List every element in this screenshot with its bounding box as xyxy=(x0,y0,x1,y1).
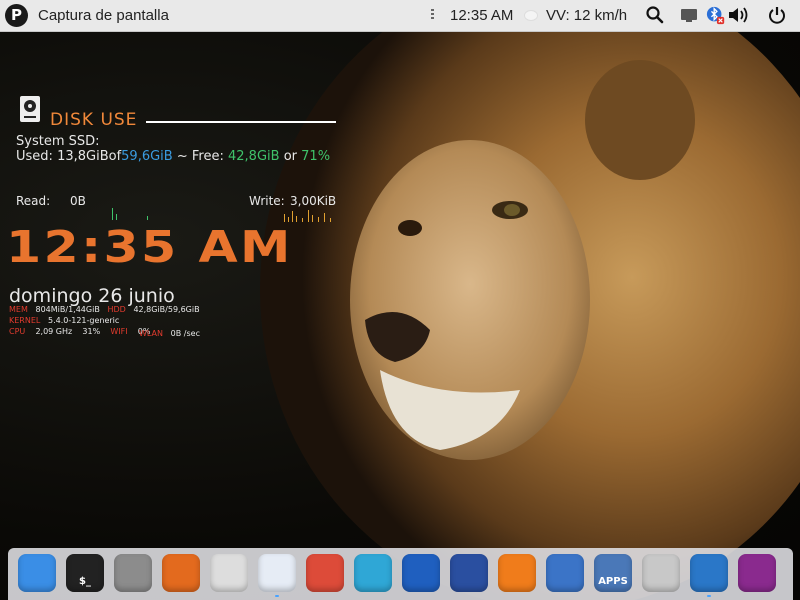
top-panel: P Captura de pantalla 12:35 AM VV: 12 km… xyxy=(0,0,800,32)
trash-dock-icon[interactable] xyxy=(642,554,680,592)
weather-moon-icon[interactable] xyxy=(524,10,538,21)
application-dock: $_ APPS xyxy=(8,548,793,600)
search-icon[interactable] xyxy=(645,5,665,25)
read-value: 0B xyxy=(70,194,86,208)
wlan-info: WLAN 0B /sec xyxy=(139,329,200,338)
kernel-label: KERNEL xyxy=(9,316,41,325)
app-grid-dock-icon[interactable] xyxy=(690,554,728,592)
weather-wind-speed[interactable]: VV: 12 km/h xyxy=(546,7,627,24)
launchpad-dock-icon[interactable] xyxy=(114,554,152,592)
used-value: 13,8GiB xyxy=(57,149,109,164)
used-prefix: Used: xyxy=(16,149,53,164)
wlan-value: 0B /sec xyxy=(170,329,200,338)
app-store-dock-label: APPS xyxy=(598,576,628,587)
chrome-dock-icon[interactable] xyxy=(306,554,344,592)
inkscape-dock-icon[interactable] xyxy=(210,554,248,592)
hdd-value: 42,8GiB/59,6GiB xyxy=(133,305,200,314)
text-editor-running-indicator xyxy=(275,595,279,597)
read-activity-graph xyxy=(112,208,148,220)
app-grid-running-indicator xyxy=(707,595,711,597)
active-app-title[interactable]: Captura de pantalla xyxy=(38,7,169,24)
kernel-line: KERNEL 5.4.0-121-generic xyxy=(9,316,119,325)
cpu-percent: 31% xyxy=(82,327,101,336)
xdman-dock-icon[interactable] xyxy=(402,554,440,592)
hard-disk-icon xyxy=(20,96,40,122)
display-icon[interactable] xyxy=(679,5,699,25)
power-icon[interactable] xyxy=(767,5,787,25)
games-dock-icon[interactable] xyxy=(738,554,776,592)
screenshot-dock-icon[interactable] xyxy=(546,554,584,592)
wifi-label: WIFI xyxy=(110,327,128,336)
kernel-value: 5.4.0-121-generic xyxy=(48,316,120,325)
wlan-label-text: WLAN xyxy=(139,329,164,338)
disk-use-title: DISK USE xyxy=(50,110,138,130)
panel-menu-icon[interactable] xyxy=(431,9,435,21)
disk-usage-line: Used: 13,8GiBof59,6GiB ~ Free: 42,8GiB o… xyxy=(16,149,330,164)
safari-dock-icon[interactable] xyxy=(354,554,392,592)
read-label: Read: xyxy=(16,194,51,208)
write-label: Write: xyxy=(249,194,285,208)
app-logo-icon[interactable]: P xyxy=(5,4,28,27)
write-activity-graph xyxy=(284,210,331,222)
panel-clock[interactable]: 12:35 AM xyxy=(450,7,513,24)
bluetooth-icon[interactable] xyxy=(705,5,727,25)
or-label: or xyxy=(283,149,298,164)
cpu-label: CPU xyxy=(9,327,26,336)
system-ssd-label: System SSD: xyxy=(16,134,100,149)
total-value: 59,6GiB xyxy=(121,149,173,164)
terminal-dock-icon[interactable]: $_ xyxy=(66,554,104,592)
free-value: 42,8GiB xyxy=(228,149,280,164)
firefox-dock-icon[interactable] xyxy=(498,554,536,592)
free-label: ~ Free: xyxy=(176,149,224,164)
finder-dock-icon[interactable] xyxy=(18,554,56,592)
free-percent: 71% xyxy=(301,149,331,164)
hdd-label: HDD xyxy=(107,305,126,314)
thunderbird-dock-icon[interactable] xyxy=(450,554,488,592)
terminal-dock-label: $_ xyxy=(79,576,91,587)
mem-value: 804MiB/1,44GiB xyxy=(35,305,100,314)
text-editor-dock-icon[interactable] xyxy=(258,554,296,592)
app-store-dock-icon[interactable]: APPS xyxy=(594,554,632,592)
cpu-frequency: 2,09 GHz xyxy=(35,327,73,336)
cpu-wifi-line: CPU 2,09 GHz 31% WIFI 0% xyxy=(9,327,150,336)
write-value: 3,00KiB xyxy=(290,194,337,208)
desktop-clock: 12:35 AM xyxy=(6,222,293,273)
desktop-date: domingo 26 junio xyxy=(9,285,175,307)
volume-icon[interactable] xyxy=(727,5,751,25)
of-label: of xyxy=(108,149,122,164)
synaptic-dock-icon[interactable] xyxy=(162,554,200,592)
disk-title-divider xyxy=(146,121,336,123)
mem-hdd-line: MEM 804MiB/1,44GiB HDD 42,8GiB/59,6GiB xyxy=(9,305,200,314)
mem-label: MEM xyxy=(9,305,28,314)
